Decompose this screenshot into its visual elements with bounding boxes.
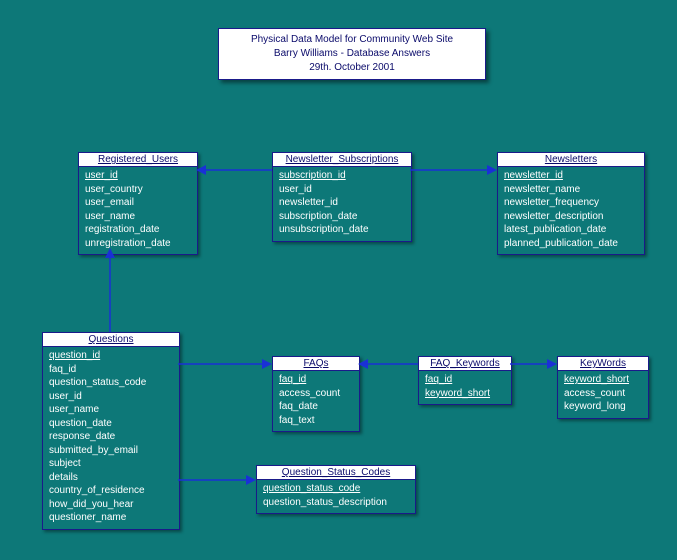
entity-body: newsletter_id newsletter_name newsletter…: [498, 167, 644, 254]
field: how_did_you_hear: [49, 498, 173, 512]
field: latest_publication_date: [504, 223, 638, 237]
field: newsletter_description: [504, 210, 638, 224]
field: question_status_code: [49, 376, 173, 390]
field-pk: user_id: [85, 169, 191, 183]
diagram-title: Physical Data Model for Community Web Si…: [218, 28, 486, 80]
field: details: [49, 471, 173, 485]
entity-body: keyword_short access_count keyword_long: [558, 371, 648, 418]
field: question_date: [49, 417, 173, 431]
field-pk: question_status_code: [263, 482, 409, 496]
field: response_date: [49, 430, 173, 444]
field: registration_date: [85, 223, 191, 237]
field: access_count: [279, 387, 353, 401]
entity-header: Newsletter_Subscriptions: [273, 153, 411, 167]
title-line1: Physical Data Model for Community Web Si…: [227, 33, 477, 47]
field: newsletter_id: [279, 196, 405, 210]
entity-header: FAQ_Keywords: [419, 357, 511, 371]
field: user_id: [49, 390, 173, 404]
field: newsletter_frequency: [504, 196, 638, 210]
entity-body: user_id user_country user_email user_nam…: [79, 167, 197, 254]
field: user_name: [85, 210, 191, 224]
entity-newsletters: Newsletters newsletter_id newsletter_nam…: [497, 152, 645, 255]
entity-newsletter-subscriptions: Newsletter_Subscriptions subscription_id…: [272, 152, 412, 242]
entity-body: subscription_id user_id newsletter_id su…: [273, 167, 411, 241]
field-pk: subscription_id: [279, 169, 405, 183]
entity-questions: Questions question_id faq_id question_st…: [42, 332, 180, 530]
field: subscription_date: [279, 210, 405, 224]
entity-question-status-codes: Question_Status_Codes question_status_co…: [256, 465, 416, 514]
entity-faq-keywords: FAQ_Keywords faq_id keyword_short: [418, 356, 512, 405]
field: faq_date: [279, 400, 353, 414]
field: keyword_long: [564, 400, 642, 414]
field: planned_publication_date: [504, 237, 638, 251]
field-pk: faq_id: [279, 373, 353, 387]
field: faq_text: [279, 414, 353, 428]
field: user_email: [85, 196, 191, 210]
field: user_country: [85, 183, 191, 197]
entity-body: faq_id access_count faq_date faq_text: [273, 371, 359, 431]
field: questioner_name: [49, 511, 173, 525]
entity-keywords: KeyWords keyword_short access_count keyw…: [557, 356, 649, 419]
entity-header: Questions: [43, 333, 179, 347]
field-pk: question_id: [49, 349, 173, 363]
field: subject: [49, 457, 173, 471]
title-line2: Barry Williams - Database Answers: [227, 47, 477, 61]
field-pk: keyword_short: [564, 373, 642, 387]
field-pk: keyword_short: [425, 387, 505, 401]
field: unsubscription_date: [279, 223, 405, 237]
field: unregistration_date: [85, 237, 191, 251]
entity-header: Question_Status_Codes: [257, 466, 415, 480]
field-pk: newsletter_id: [504, 169, 638, 183]
field: country_of_residence: [49, 484, 173, 498]
field: newsletter_name: [504, 183, 638, 197]
entity-header: KeyWords: [558, 357, 648, 371]
field-pk: faq_id: [425, 373, 505, 387]
field: question_status_description: [263, 496, 409, 510]
field: submitted_by_email: [49, 444, 173, 458]
entity-faqs: FAQs faq_id access_count faq_date faq_te…: [272, 356, 360, 432]
field: user_name: [49, 403, 173, 417]
entity-body: question_status_code question_status_des…: [257, 480, 415, 513]
field: faq_id: [49, 363, 173, 377]
field: access_count: [564, 387, 642, 401]
title-line3: 29th. October 2001: [227, 61, 477, 75]
entity-registered-users: Registered_Users user_id user_country us…: [78, 152, 198, 255]
entity-body: faq_id keyword_short: [419, 371, 511, 404]
entity-body: question_id faq_id question_status_code …: [43, 347, 179, 529]
entity-header: Registered_Users: [79, 153, 197, 167]
entity-header: FAQs: [273, 357, 359, 371]
field: user_id: [279, 183, 405, 197]
entity-header: Newsletters: [498, 153, 644, 167]
